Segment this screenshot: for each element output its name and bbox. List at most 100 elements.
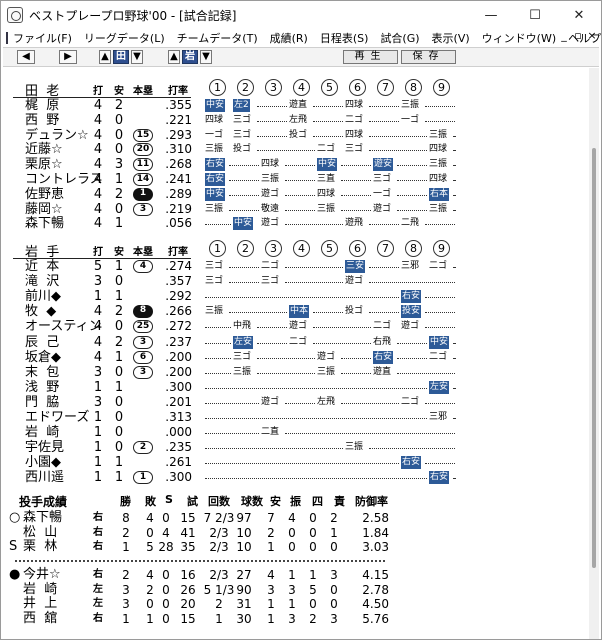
next-arrow-icon[interactable]: ▶ xyxy=(59,50,77,64)
pitcher-k: 0 xyxy=(288,540,296,554)
minimize-icon[interactable]: — xyxy=(469,1,513,29)
team2-up-icon[interactable]: ▲ xyxy=(168,50,180,64)
mdi-minimize-icon[interactable]: _ xyxy=(557,29,571,42)
pitcher-s: 0 xyxy=(162,582,170,597)
team2-toggle[interactable]: 岩 xyxy=(182,50,198,64)
batter-hits: 0 xyxy=(114,201,124,217)
dotted-filler xyxy=(257,320,287,329)
batter-hr-badge: 1 xyxy=(133,471,153,485)
pitching-title: 投手成績 xyxy=(19,495,68,509)
dotted-filler xyxy=(313,336,371,344)
pitching-divider xyxy=(15,560,385,562)
dotted-filler xyxy=(205,366,231,374)
pitcher-er: 3 xyxy=(330,568,338,582)
dotted-filler xyxy=(341,351,371,359)
pitcher-h: 4 xyxy=(267,568,275,582)
close-icon[interactable]: ✕ xyxy=(557,1,601,29)
dotted-filler xyxy=(285,188,315,196)
menu-schedule[interactable]: 日程表(S) xyxy=(320,30,369,46)
plate-appearance: 遊直 xyxy=(289,100,308,110)
document-system-icon[interactable] xyxy=(6,31,8,44)
dotted-filler xyxy=(285,396,315,404)
pitcher-k: 1 xyxy=(288,568,296,582)
pitcher-name: 西 舘 xyxy=(23,610,58,626)
maximize-icon[interactable]: ☐ xyxy=(513,1,557,29)
plate-appearance: 四球 xyxy=(317,188,336,199)
pitching-col-header: 四 xyxy=(312,495,323,508)
play-button[interactable]: 再生 xyxy=(343,50,398,64)
dotted-filler xyxy=(341,203,371,211)
game-record-panel: 田 老 打 安 本塁 打率 123456789 梶 原 4 2.355 中安 左2 遊直四… xyxy=(3,68,589,639)
team1-down-icon[interactable]: ▼ xyxy=(131,50,143,64)
plate-appearance: 遊ゴ xyxy=(401,321,420,332)
plate-appearance: 投安 xyxy=(401,305,422,319)
plate-appearance: 三振 xyxy=(345,442,364,453)
mdi-close-icon[interactable]: × xyxy=(585,29,599,42)
team2-down-icon[interactable]: ▼ xyxy=(200,50,212,64)
pitcher-bb: 0 xyxy=(309,597,317,611)
team1-toggle[interactable]: 田 xyxy=(113,50,129,64)
plate-appearance: 三振 xyxy=(429,129,448,140)
batter-name: 近藤☆ xyxy=(25,142,63,158)
plate-appearance: 三振 xyxy=(233,366,252,377)
batter-name: 佐野恵 xyxy=(25,186,65,202)
batter-hits: 1 xyxy=(114,455,124,471)
plate-appearance: 一ゴ xyxy=(205,129,224,140)
menu-records[interactable]: 成績(R) xyxy=(270,30,308,46)
menu-game[interactable]: 試合(G) xyxy=(380,30,419,46)
mdi-restore-icon[interactable]: ▫ xyxy=(571,29,585,42)
pitcher-h: 1 xyxy=(267,540,275,554)
dotted-filler xyxy=(341,366,371,374)
menu-team-data[interactable]: チームデータ(T) xyxy=(177,30,258,46)
batter-avg: .300 xyxy=(165,379,192,394)
pitcher-er: 3 xyxy=(330,611,338,626)
vertical-scrollbar[interactable] xyxy=(589,68,599,639)
save-button[interactable]: 保存 xyxy=(401,50,456,64)
plate-appearance: 二直 xyxy=(261,427,280,438)
team2-inning-6-icon: 6 xyxy=(349,240,366,257)
batter-avg: .355 xyxy=(165,98,192,112)
team1-inning-4-icon: 4 xyxy=(293,79,310,96)
batter-name: 滝 沢 xyxy=(25,274,60,290)
pitcher-w: 2 xyxy=(122,568,130,582)
pitcher-name: 森下暢 xyxy=(23,510,63,525)
dotted-filler xyxy=(285,203,315,211)
menu-file[interactable]: ファイル(F) xyxy=(13,30,72,46)
avg-header: 打率 xyxy=(168,86,188,97)
pitcher-w: 3 xyxy=(122,597,130,611)
plate-appearance: 右本 xyxy=(429,187,450,201)
plate-appearance: 四球 xyxy=(345,129,364,140)
batter-hits: 2 xyxy=(114,334,124,350)
plate-appearance: 三振 xyxy=(205,203,224,214)
batter-name: 近 本 xyxy=(25,259,60,274)
plate-appearance: 二ゴ xyxy=(429,351,448,362)
dotted-filler xyxy=(229,173,259,181)
batter-ab: 4 xyxy=(93,349,103,365)
team1-up-icon[interactable]: ▲ xyxy=(99,50,111,64)
dotted-filler xyxy=(313,320,371,329)
dotted-filler xyxy=(341,158,371,167)
batter-avg: .235 xyxy=(165,440,192,455)
batter-ab: 4 xyxy=(93,186,103,202)
menu-bar: ファイル(F) リーグデータ(L) チームデータ(T) 成績(R) 日程表(S)… xyxy=(1,29,602,46)
batter-ab: 4 xyxy=(93,319,103,335)
prev-arrow-icon[interactable]: ◀ xyxy=(17,50,35,64)
pitcher-w: 2 xyxy=(122,525,130,540)
plate-appearance: 四球 xyxy=(345,100,364,110)
pitcher-hand: 左 xyxy=(93,583,103,595)
batter-hr-badge: 8 xyxy=(133,305,153,319)
plate-appearance: 遊ゴ xyxy=(261,188,280,199)
batter-hits: 0 xyxy=(114,410,124,425)
pitcher-s: 0 xyxy=(162,597,170,611)
menu-view[interactable]: 表示(V) xyxy=(432,30,470,46)
app-window: ベストプレープロ野球'00 - [試合記録] — ☐ ✕ ファイル(F) リーグ… xyxy=(0,0,602,640)
dotted-filler xyxy=(257,351,315,359)
menu-league-data[interactable]: リーグデータ(L) xyxy=(84,30,165,46)
scrollbar-thumb[interactable] xyxy=(592,148,596,568)
batter-avg: .200 xyxy=(165,349,192,364)
batter-ab: 1 xyxy=(93,289,103,305)
menu-window[interactable]: ウィンドウ(W) xyxy=(482,30,556,46)
h-header-2: 安 xyxy=(114,247,124,258)
batter-hits: 2 xyxy=(114,98,124,113)
pitcher-s: 4 xyxy=(162,525,170,540)
